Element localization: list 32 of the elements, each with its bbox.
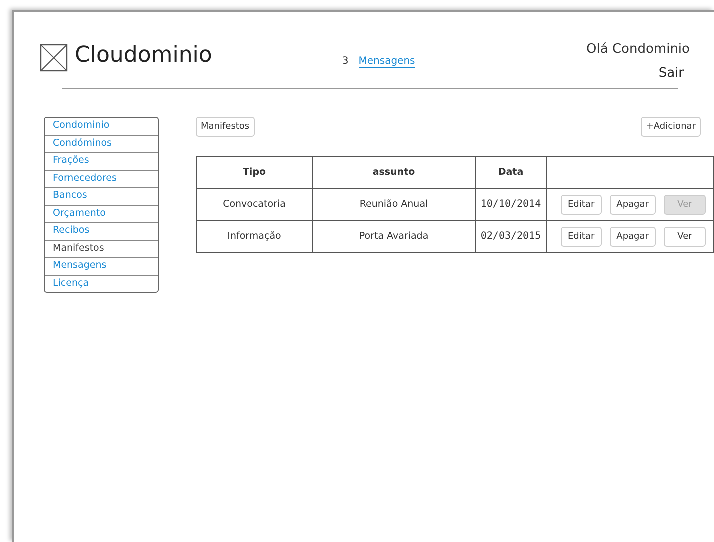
action-button[interactable]: Ver (664, 226, 706, 246)
table-cell: 10/10/2014 (476, 188, 546, 220)
action-button[interactable]: Editar (561, 226, 602, 246)
column-header: assunto (312, 156, 476, 188)
image-placeholder-icon (40, 44, 68, 72)
add-button[interactable]: +Adicionar (641, 117, 701, 137)
column-header: Tipo (196, 156, 312, 188)
action-button[interactable]: Apagar (610, 194, 656, 214)
column-header: Data (476, 156, 546, 188)
sidebar-item[interactable]: Manifestos (45, 240, 158, 257)
sidebar-item[interactable]: Condóminos (45, 134, 158, 152)
sidebar-item[interactable]: Mensagens (45, 257, 158, 274)
table-cell: Convocatoria (196, 188, 312, 220)
sidebar-item[interactable]: Orçamento (45, 204, 158, 222)
sidebar-item[interactable]: Bancos (45, 187, 158, 204)
message-count: 3 (342, 56, 349, 68)
table-cell: 02/03/2015 (476, 220, 546, 252)
greeting-text: Olá Condominio (586, 42, 690, 57)
manifestos-button[interactable]: Manifestos (196, 117, 255, 137)
sidebar-item[interactable]: Fornecedores (45, 170, 158, 187)
messages-link[interactable]: Mensagens (358, 56, 416, 68)
sidebar-item[interactable]: Frações (45, 152, 158, 170)
action-button[interactable]: Apagar (610, 226, 656, 246)
app-title: Cloudominio (75, 43, 212, 68)
table-cell: Informação (196, 220, 312, 252)
action-button[interactable]: Editar (561, 194, 602, 214)
table-cell: Porta Avariada (312, 220, 476, 252)
logout-link[interactable]: Sair (658, 66, 684, 81)
sidebar-item[interactable]: Recibos (45, 222, 158, 240)
sidebar-item[interactable]: Licença (45, 274, 158, 292)
table-cell: Reunião Anual (312, 188, 476, 220)
sidebar-item[interactable]: Condominio (45, 118, 158, 134)
